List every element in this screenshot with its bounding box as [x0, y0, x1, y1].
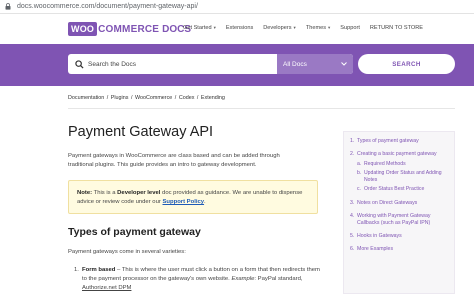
- nav-item-label: Extensions: [225, 25, 254, 31]
- nav-item-label: RETURN TO STORE: [369, 25, 424, 31]
- breadcrumb: Documentation / Plugins / WooCommerce / …: [68, 95, 225, 101]
- woocommerce-docs-logo[interactable]: WOO COMMERCE DOCS: [68, 21, 191, 37]
- nav-item-label: Support: [340, 25, 360, 31]
- breadcrumb-item[interactable]: Extending: [201, 95, 225, 101]
- nav-item-label: Themes: [305, 25, 327, 31]
- list-item-title: Form based: [82, 267, 116, 273]
- breadcrumb-item[interactable]: Documentation: [68, 95, 104, 101]
- caret-down-icon: ▾: [328, 25, 331, 30]
- table-of-contents: 1. Types of payment gateway 2. Creating a b…: [343, 131, 455, 294]
- list-item: 1. Form based – This is where the user m…: [74, 266, 324, 293]
- section-heading: Types of payment gateway: [68, 226, 201, 238]
- support-policy-link[interactable]: Support Policy: [162, 199, 204, 205]
- note-label: Note:: [77, 190, 93, 196]
- toc-subnumber: a.: [357, 161, 362, 167]
- toc-label: More Examples: [357, 246, 394, 252]
- page-title: Payment Gateway API: [68, 124, 214, 140]
- toc-number: 5.: [350, 233, 355, 239]
- note-text: This is a: [92, 190, 118, 196]
- toc-number: 3.: [350, 200, 355, 206]
- search-scope-select[interactable]: All Docs: [277, 54, 353, 74]
- authorize-net-link[interactable]: Authorize.net DPM: [82, 285, 131, 291]
- toc-number: 1.: [350, 138, 355, 144]
- search-icon: [70, 54, 88, 74]
- nav-item-developers[interactable]: Developers ▾: [263, 25, 296, 31]
- toc-item[interactable]: 4. Working with Payment Gateway Callbacks…: [350, 213, 448, 227]
- toc-label: Types of payment gateway: [357, 138, 419, 144]
- toc-label: Creating a basic payment gateway: [357, 151, 437, 157]
- example-label: Example: [231, 276, 255, 282]
- main-menu: Get Started ▾ Extensions Developers ▾ Themes ▾…: [183, 25, 433, 31]
- url-text[interactable]: docs.woocommerce.com/document/payment-ga…: [17, 3, 198, 10]
- example-text: : PayPal standard,: [254, 276, 303, 282]
- intro-paragraph: Payment gateways in WooCommerce are clas…: [68, 153, 280, 168]
- logo-commerce: COMMERCE: [98, 23, 160, 35]
- toc-label: Notes on Direct Gateways: [357, 200, 418, 206]
- nav-item-get-started[interactable]: Get Started ▾: [183, 25, 216, 31]
- list-number: 1.: [74, 267, 79, 273]
- toc-number: 6.: [350, 246, 355, 252]
- breadcrumb-item[interactable]: WooCommerce: [135, 95, 172, 101]
- search-scope-value: All Docs: [283, 60, 307, 68]
- nav-item-return-to-store[interactable]: RETURN TO STORE: [370, 25, 423, 31]
- nav-item-support[interactable]: Support: [340, 25, 360, 31]
- toc-sublabel: Updating Order Status and Adding Notes: [364, 170, 442, 183]
- toc-subnumber: c.: [357, 186, 361, 192]
- toc-subitem[interactable]: a. Required Methods: [357, 161, 448, 168]
- nav-item-extensions[interactable]: Extensions: [226, 25, 253, 31]
- toc-number: 2.: [350, 151, 355, 157]
- search-input[interactable]: Search the Docs: [88, 61, 277, 68]
- toc-subnumber: b.: [357, 170, 362, 176]
- browser-url-bar[interactable]: docs.woocommerce.com/document/payment-ga…: [0, 0, 474, 14]
- toc-number: 4.: [350, 213, 355, 219]
- toc-sublabel: Required Methods: [364, 161, 406, 167]
- toc-label: Hooks in Gateways: [357, 233, 402, 239]
- toc-item[interactable]: 2. Creating a basic payment gateway: [350, 151, 448, 158]
- lock-icon: [4, 3, 12, 11]
- caret-down-icon: ▾: [293, 25, 296, 30]
- toc-subitem[interactable]: b. Updating Order Status and Adding Notes: [357, 170, 448, 184]
- toc-subitem[interactable]: c. Order Status Best Practice: [357, 186, 448, 193]
- toc-sublabel: Order Status Best Practice: [364, 186, 425, 192]
- breadcrumb-item[interactable]: Codex: [179, 95, 195, 101]
- logo-woo: WOO: [68, 22, 98, 36]
- note-emphasis: Developer level: [117, 190, 161, 196]
- nav-item-label: Get Started: [183, 25, 212, 31]
- toc-item[interactable]: 6. More Examples: [350, 246, 448, 253]
- section-intro: Payment gateways come in several varieti…: [68, 249, 186, 255]
- search-bar: Search the Docs All Docs: [68, 54, 353, 74]
- toc-label: Working with Payment Gateway Callbacks (…: [357, 213, 431, 226]
- toc-item[interactable]: 1. Types of payment gateway: [350, 138, 448, 145]
- caret-down-icon: ▾: [213, 25, 216, 30]
- developer-note-box: Note: This is a Developer level doc prov…: [68, 180, 318, 214]
- note-text: .: [204, 199, 206, 205]
- toc-item[interactable]: 3. Notes on Direct Gateways: [350, 200, 448, 207]
- nav-item-label: Developers: [263, 25, 292, 31]
- nav-item-themes[interactable]: Themes ▾: [306, 25, 330, 31]
- toc-item[interactable]: 5. Hooks in Gateways: [350, 233, 448, 240]
- breadcrumb-item[interactable]: Plugins: [111, 95, 129, 101]
- divider: [68, 108, 455, 109]
- chevron-down-icon: [341, 61, 347, 68]
- search-button[interactable]: SEARCH: [358, 54, 455, 74]
- top-navigation: WOO COMMERCE DOCS Get Started ▾ Extensions…: [0, 14, 474, 44]
